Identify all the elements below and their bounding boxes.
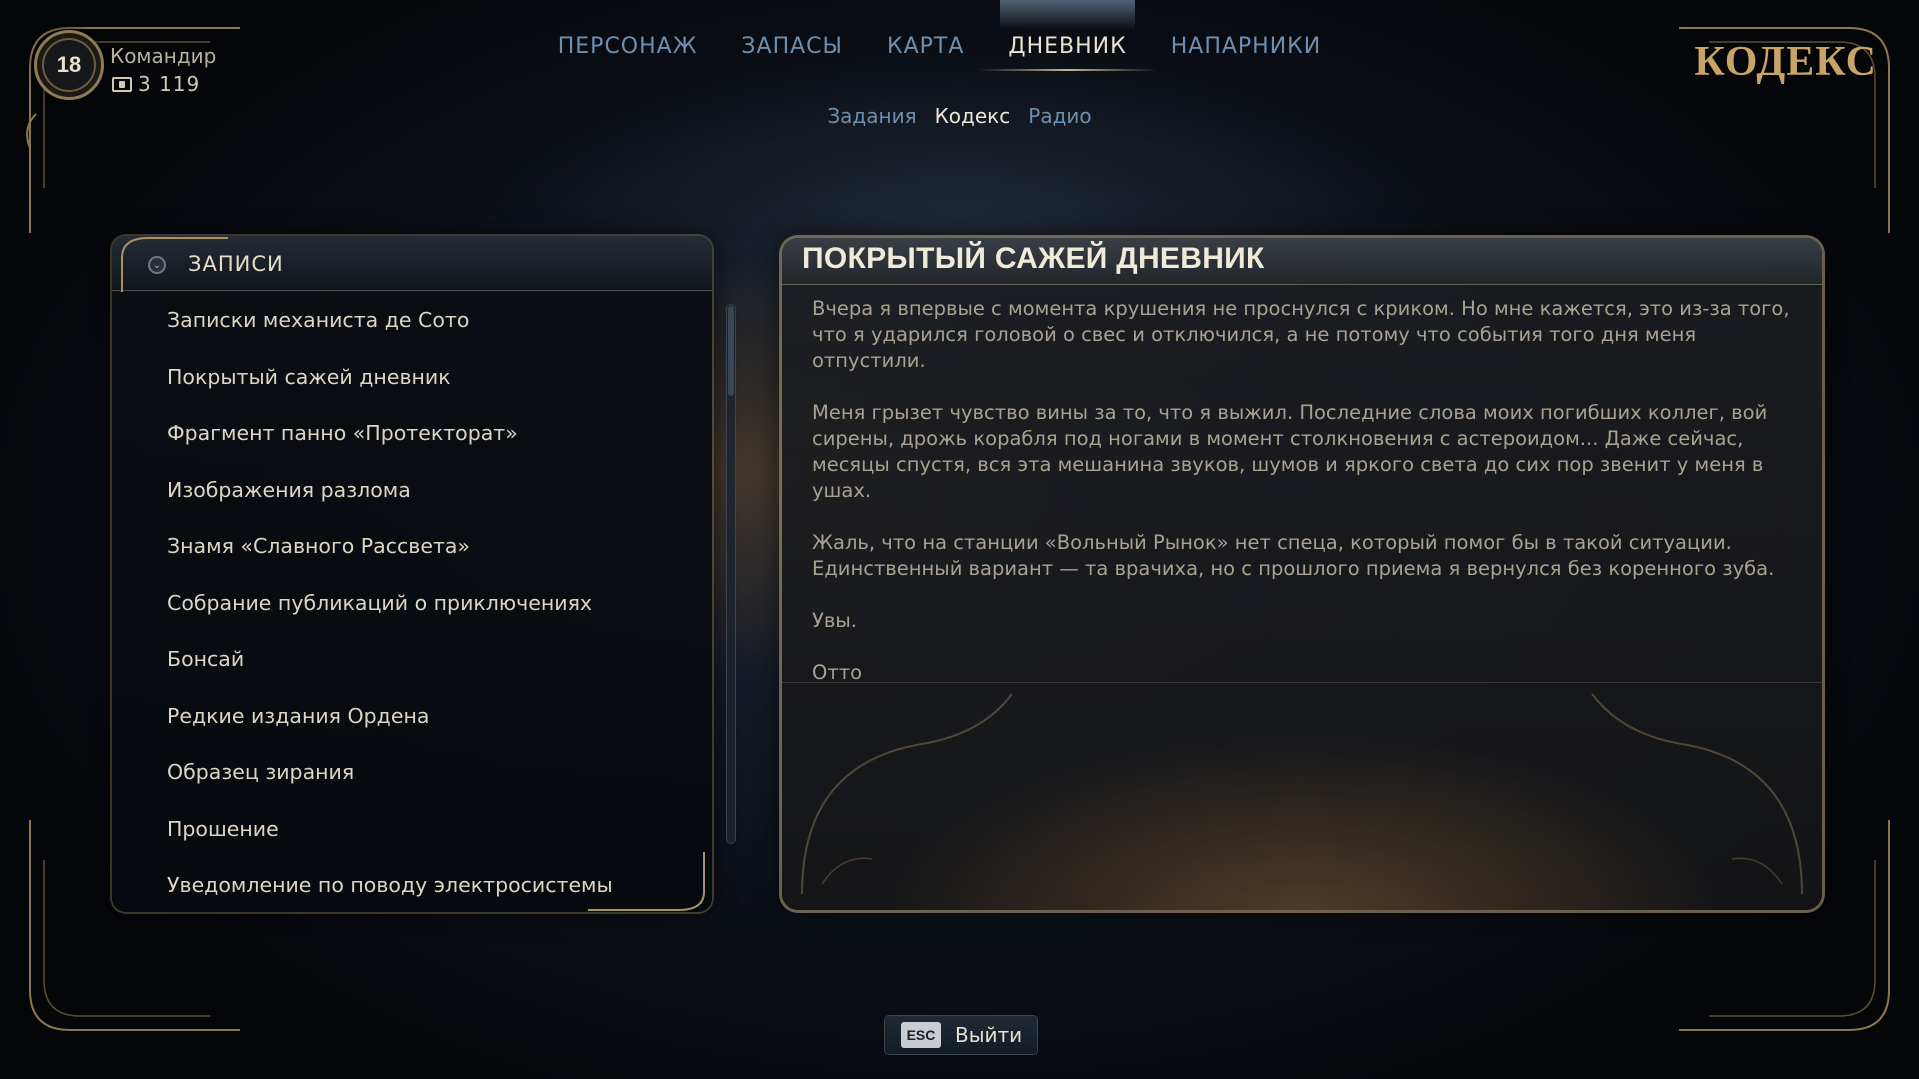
list-item[interactable]: Изображения разлома bbox=[112, 462, 712, 519]
entries-list: Записки механиста де Сото Покрытый сажей… bbox=[112, 292, 712, 912]
detail-panel-ornament bbox=[801, 693, 1803, 895]
main-nav: ПЕРСОНАЖ ЗАПАСЫ КАРТА ДНЕВНИК НАПАРНИКИ bbox=[0, 0, 1919, 71]
exit-label: Выйти bbox=[955, 1023, 1023, 1047]
currency-amount: 3 119 bbox=[138, 72, 201, 96]
subtab-radio[interactable]: Радио bbox=[1028, 104, 1091, 128]
entries-scrollbar[interactable] bbox=[726, 304, 736, 844]
tab-companions[interactable]: НАПАРНИКИ bbox=[1171, 34, 1322, 71]
list-item[interactable]: Бонсай bbox=[112, 631, 712, 688]
bits-currency-icon bbox=[112, 76, 132, 92]
entry-paragraph: Вчера я впервые с момента крушения не пр… bbox=[812, 297, 1790, 372]
tab-inventory[interactable]: ЗАПАСЫ bbox=[741, 34, 843, 71]
list-item[interactable]: Знамя «Славного Рассвета» bbox=[112, 518, 712, 575]
sub-nav: Задания Кодекс Радио bbox=[0, 104, 1919, 128]
tab-character[interactable]: ПЕРСОНАЖ bbox=[558, 34, 698, 71]
page-title: КОДЕКС bbox=[1694, 39, 1877, 85]
tab-map[interactable]: КАРТА bbox=[887, 34, 964, 71]
entry-paragraph: Увы. bbox=[812, 609, 857, 632]
list-item[interactable]: Уведомление по поводу электросистемы bbox=[112, 857, 712, 912]
divider bbox=[782, 682, 1822, 683]
subtab-quests[interactable]: Задания bbox=[827, 104, 916, 128]
entries-list-title: ЗАПИСИ bbox=[188, 252, 284, 276]
entry-paragraph: Меня грызет чувство вины за то, что я вы… bbox=[812, 401, 1768, 502]
scrollbar-thumb[interactable] bbox=[728, 306, 734, 396]
esc-key-icon: ESC bbox=[901, 1022, 941, 1048]
entry-body: Вчера я впервые с момента крушения не пр… bbox=[812, 296, 1802, 712]
collapse-chevron-icon[interactable]: ⌄ bbox=[148, 256, 166, 274]
list-item[interactable]: Покрытый сажей дневник bbox=[112, 349, 712, 406]
list-item[interactable]: Собрание публикаций о приключениях bbox=[112, 575, 712, 632]
entry-detail-header: ПОКРЫТЫЙ САЖЕЙ ДНЕВНИК bbox=[782, 238, 1822, 285]
list-item[interactable]: Образец зирания bbox=[112, 744, 712, 801]
currency-display: 3 119 bbox=[112, 72, 200, 96]
exit-button[interactable]: ESC Выйти bbox=[885, 1016, 1037, 1054]
entry-detail-panel: ПОКРЫТЫЙ САЖЕЙ ДНЕВНИК Вчера я впервые с… bbox=[782, 238, 1822, 910]
list-item[interactable]: Редкие издания Ордена bbox=[112, 688, 712, 745]
entries-list-panel: ⌄ ЗАПИСИ Записки механиста де Сото Покры… bbox=[112, 236, 712, 912]
subtab-codex[interactable]: Кодекс bbox=[935, 104, 1011, 128]
list-item[interactable]: Прошение bbox=[112, 801, 712, 858]
list-item[interactable]: Записки механиста де Сото bbox=[112, 292, 712, 349]
tab-journal[interactable]: ДНЕВНИК bbox=[978, 0, 1158, 71]
entry-title: ПОКРЫТЫЙ САЖЕЙ ДНЕВНИК bbox=[802, 242, 1265, 275]
entries-list-header[interactable]: ⌄ ЗАПИСИ bbox=[112, 236, 712, 291]
list-item[interactable]: Фрагмент панно «Протекторат» bbox=[112, 405, 712, 462]
entry-paragraph: Жаль, что на станции «Вольный Рынок» нет… bbox=[812, 531, 1775, 580]
